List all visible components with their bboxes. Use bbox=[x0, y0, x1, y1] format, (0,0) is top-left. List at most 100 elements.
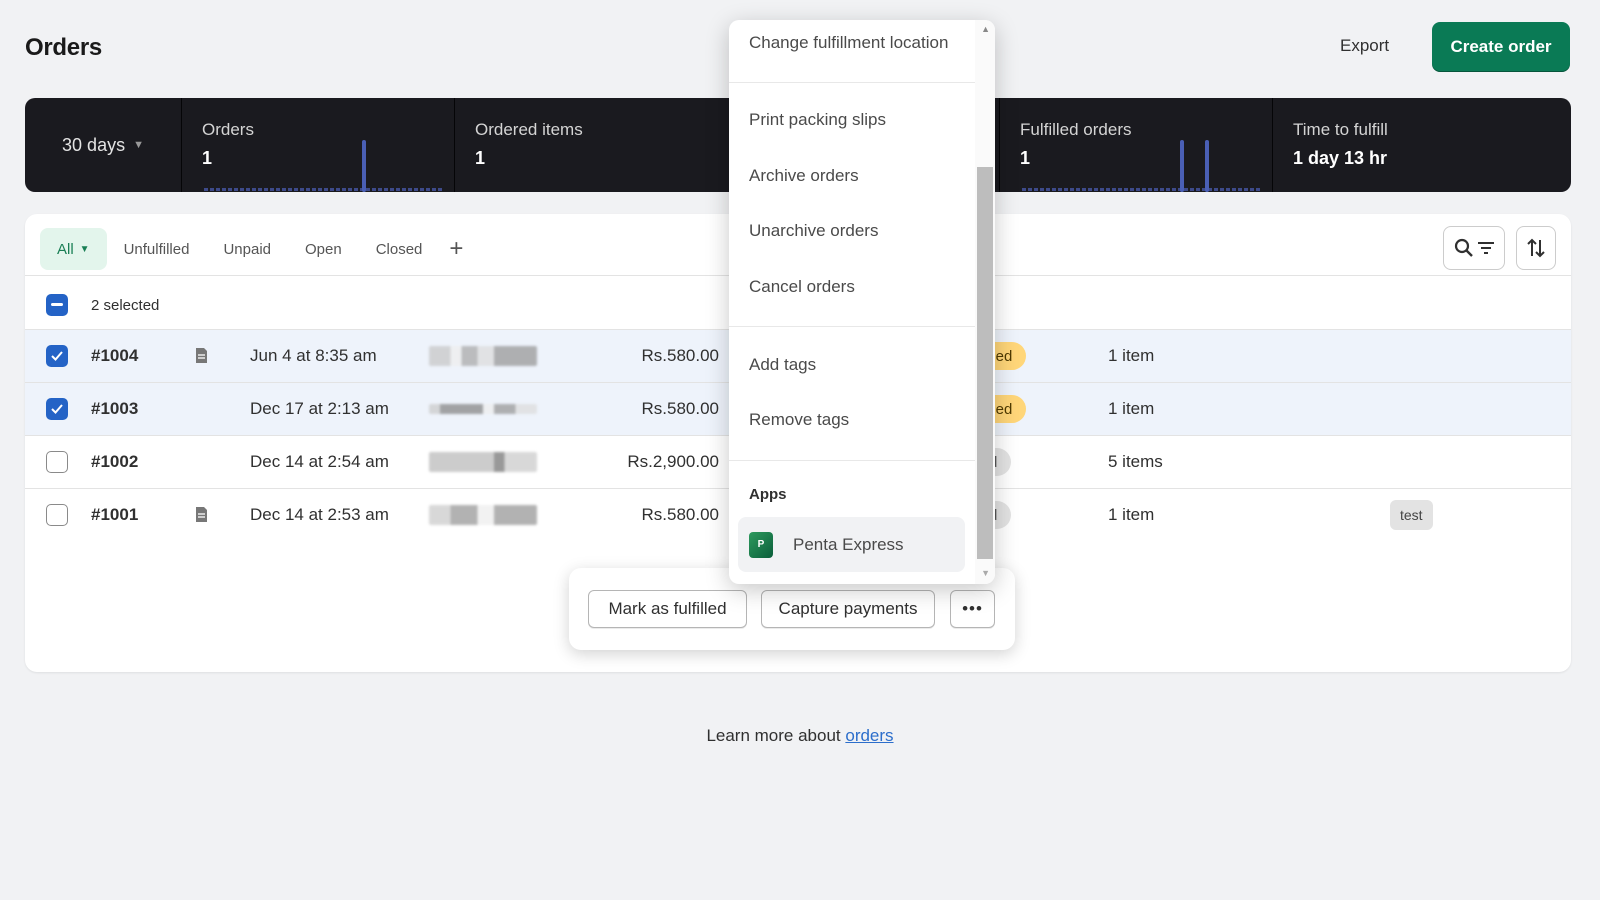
customer-name-redacted bbox=[403, 436, 563, 488]
spark-baseline-dot bbox=[204, 188, 208, 191]
spark-baseline-dot bbox=[1166, 188, 1170, 191]
capture-payments-button[interactable]: Capture payments bbox=[761, 590, 935, 628]
spark-baseline-dot bbox=[366, 188, 370, 191]
tab-all[interactable]: All ▼ bbox=[40, 228, 107, 270]
orders-help-link[interactable]: orders bbox=[845, 726, 893, 745]
menu-item-print-packing-slips[interactable]: Print packing slips bbox=[749, 110, 886, 130]
spark-baseline-dot bbox=[1232, 188, 1236, 191]
filter-icon bbox=[1477, 242, 1494, 254]
sort-button[interactable] bbox=[1516, 226, 1556, 270]
period-selector[interactable]: 30 days ▼ bbox=[25, 98, 182, 192]
mark-as-fulfilled-button[interactable]: Mark as fulfilled bbox=[588, 590, 747, 628]
metric-fulfilled-orders[interactable]: Fulfilled orders 1 bbox=[1000, 98, 1273, 192]
spark-baseline-dot bbox=[1142, 188, 1146, 191]
scroll-up-arrow-icon[interactable]: ▲ bbox=[981, 24, 990, 34]
spark-baseline-dot bbox=[216, 188, 220, 191]
tab-unpaid[interactable]: Unpaid bbox=[206, 228, 288, 270]
spark-baseline-dot bbox=[228, 188, 232, 191]
menu-scrollbar[interactable]: ▲ ▼ bbox=[975, 20, 995, 584]
menu-item-unarchive-orders[interactable]: Unarchive orders bbox=[749, 221, 878, 241]
learn-more-footer: Learn more about orders bbox=[0, 726, 1600, 746]
scrollbar-thumb[interactable] bbox=[977, 167, 993, 559]
spark-baseline-dot bbox=[306, 188, 310, 191]
metric-time-to-fulfill[interactable]: Time to fulfill 1 day 13 hr bbox=[1273, 98, 1571, 192]
minus-icon bbox=[51, 303, 63, 306]
tab-open[interactable]: Open bbox=[288, 228, 359, 270]
spark-baseline-dot bbox=[210, 188, 214, 191]
spark-baseline-dot bbox=[396, 188, 400, 191]
tab-label: All bbox=[57, 240, 74, 258]
spark-baseline-dot bbox=[1160, 188, 1164, 191]
row-checkbox[interactable] bbox=[46, 398, 68, 420]
tab-unfulfilled[interactable]: Unfulfilled bbox=[107, 228, 207, 270]
export-button[interactable]: Export bbox=[1340, 36, 1389, 56]
menu-item-cancel-orders[interactable]: Cancel orders bbox=[749, 277, 855, 297]
spark-baseline-dot bbox=[258, 188, 262, 191]
menu-item-archive-orders[interactable]: Archive orders bbox=[749, 166, 859, 186]
order-number[interactable]: #1002 bbox=[91, 452, 138, 472]
spark-bar bbox=[1180, 140, 1184, 192]
menu-item-penta-express[interactable]: P Penta Express bbox=[738, 517, 965, 572]
fulfilled-sparkline bbox=[1022, 140, 1260, 192]
spark-baseline-dot bbox=[318, 188, 322, 191]
note-icon bbox=[196, 348, 207, 363]
check-icon bbox=[51, 404, 63, 414]
spark-baseline-dot bbox=[246, 188, 250, 191]
add-view-button[interactable]: + bbox=[439, 235, 473, 263]
order-number[interactable]: #1003 bbox=[91, 399, 138, 419]
menu-divider bbox=[729, 82, 975, 83]
customer-name-redacted bbox=[403, 383, 563, 435]
spark-baseline-dot bbox=[222, 188, 226, 191]
spark-baseline-dot bbox=[342, 188, 346, 191]
order-number[interactable]: #1001 bbox=[91, 505, 138, 525]
order-items: 1 item bbox=[1108, 346, 1155, 365]
spark-baseline-dot bbox=[1058, 188, 1062, 191]
spark-baseline-dot bbox=[1214, 188, 1218, 191]
spark-baseline-dot bbox=[1100, 188, 1104, 191]
search-filter-button[interactable] bbox=[1443, 226, 1505, 270]
order-date: Dec 14 at 2:53 am bbox=[250, 505, 389, 524]
spark-baseline-dot bbox=[294, 188, 298, 191]
order-number[interactable]: #1004 bbox=[91, 346, 138, 366]
menu-divider bbox=[729, 326, 975, 327]
more-actions-button[interactable]: ••• bbox=[950, 590, 995, 628]
spark-baseline-dot bbox=[270, 188, 274, 191]
spark-baseline-dot bbox=[1124, 188, 1128, 191]
order-tag[interactable]: test bbox=[1390, 500, 1433, 530]
menu-item-change-fulfillment-location[interactable]: Change fulfillment location bbox=[749, 33, 948, 53]
order-date: Jun 4 at 8:35 am bbox=[250, 346, 377, 365]
spark-baseline-dot bbox=[384, 188, 388, 191]
more-actions-menu: Change fulfillment location Print packin… bbox=[729, 20, 995, 584]
create-order-button[interactable]: Create order bbox=[1432, 22, 1570, 72]
spark-baseline-dot bbox=[240, 188, 244, 191]
row-checkbox[interactable] bbox=[46, 504, 68, 526]
row-checkbox[interactable] bbox=[46, 451, 68, 473]
scroll-down-arrow-icon[interactable]: ▼ bbox=[981, 568, 990, 578]
order-total: Rs.580.00 bbox=[641, 505, 720, 524]
spark-baseline-dot bbox=[1046, 188, 1050, 191]
spark-baseline-dot bbox=[1112, 188, 1116, 191]
period-label: 30 days bbox=[62, 134, 126, 155]
menu-item-remove-tags[interactable]: Remove tags bbox=[749, 410, 849, 430]
select-all-checkbox[interactable] bbox=[46, 294, 68, 316]
spark-baseline-dot bbox=[1250, 188, 1254, 191]
tab-closed[interactable]: Closed bbox=[359, 228, 440, 270]
spark-baseline-dot bbox=[282, 188, 286, 191]
spark-baseline-dot bbox=[336, 188, 340, 191]
spark-baseline-dot bbox=[324, 188, 328, 191]
metric-orders[interactable]: Orders 1 bbox=[182, 98, 455, 192]
selected-count: 2 selected bbox=[91, 296, 160, 314]
spark-baseline-dot bbox=[414, 188, 418, 191]
spark-baseline-dot bbox=[288, 188, 292, 191]
spark-baseline-dot bbox=[1190, 188, 1194, 191]
filter-tabs: All ▼ Unfulfilled Unpaid Open Closed + bbox=[40, 228, 473, 270]
menu-item-add-tags[interactable]: Add tags bbox=[749, 355, 816, 375]
page-title: Orders bbox=[25, 34, 102, 61]
spark-baseline-dot bbox=[252, 188, 256, 191]
spark-baseline-dot bbox=[1196, 188, 1200, 191]
row-checkbox[interactable] bbox=[46, 345, 68, 367]
spark-baseline-dot bbox=[1244, 188, 1248, 191]
spark-baseline-dot bbox=[1148, 188, 1152, 191]
spark-baseline-dot bbox=[1088, 188, 1092, 191]
caret-down-icon: ▼ bbox=[79, 243, 90, 255]
